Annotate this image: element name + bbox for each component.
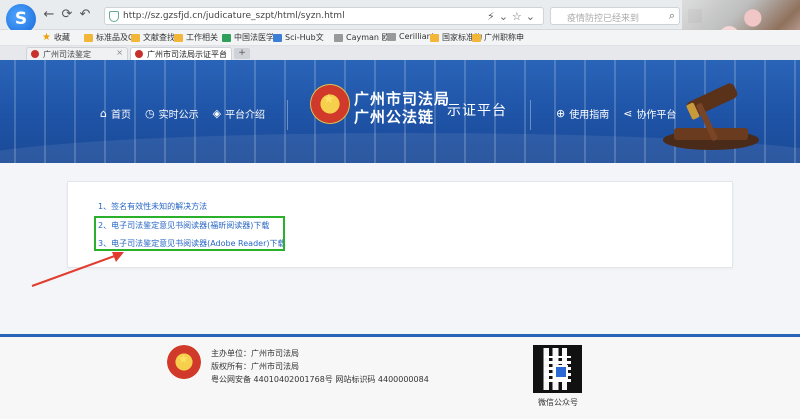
tab-platform[interactable]: 广州市司法局示证平台 × [130,47,232,60]
bookmark-item[interactable]: 文献查找 [131,32,175,43]
site-favicon-icon [31,50,39,58]
close-icon[interactable]: × [116,48,123,57]
qr-label: 微信公众号 [538,398,578,407]
home-icon: ⌂ [100,107,107,120]
brand-line2: 广州公法链 [354,108,435,126]
footer-icp[interactable]: 粤公网安备 44010402001768号 网站标识码 4400000084 [211,374,429,385]
address-bar[interactable]: http://sz.gzsfjd.cn/judicature_szpt/html… [104,7,544,25]
nav-guide[interactable]: ⊕ 使用指南 [556,106,609,121]
gavel-icon [663,83,759,150]
shield-icon [109,11,119,22]
brand-title: 广州市司法局 广州公法链 [354,90,450,126]
footer-emblem-logo [167,345,201,379]
folder-icon [84,33,93,42]
bookmark-item[interactable]: ★ 收藏 [42,32,70,43]
link-signature-fix[interactable]: 1、签名有效性未知的解决方法 [98,201,207,212]
national-emblem-logo [311,85,349,123]
layers-icon: ◈ [212,107,222,120]
bookmark-item[interactable]: Cayman 欧 [334,32,390,43]
red-arrow-annotation [31,252,124,287]
cayman-icon [334,33,343,42]
undo-icon[interactable]: ↶ [78,8,92,22]
search-icon[interactable]: ⌕ [669,9,675,23]
divider [287,100,288,130]
bookmark-item[interactable]: 中国法医学 [222,32,274,43]
tab-strip: 广州司法鉴定 × 广州市司法局示证平台 × + [0,46,800,60]
close-icon[interactable]: × [220,48,227,57]
nav-intro[interactable]: ◈ 平台介绍 [213,106,265,121]
star-icon: ★ [42,31,51,43]
footer-copyright: 版权所有：广州市司法局 [211,362,299,371]
tab-guangzhou-judicial[interactable]: 广州司法鉴定 × [26,47,128,60]
wechat-qr-code [533,345,582,393]
bookmark-item[interactable]: 广州职称申 [472,32,524,43]
back-icon[interactable]: ← [42,8,56,22]
search-placeholder[interactable]: 疫情防控已经来到 [567,11,639,24]
refresh-icon[interactable]: ⟳ [60,8,74,22]
brand-subtitle: 示证平台 [447,103,507,119]
main-nav-left: ⌂ 首页 ◷ 实时公示 ◈ 平台介绍 [100,106,265,121]
bookmarks-bar: ★ 收藏 标准品及GC 文献查找 工作相关 中国法医学 Sci-Hub文 Caym… [0,30,800,46]
search-box[interactable]: 疫情防控已经来到 ⌕ [550,7,680,25]
address-actions[interactable]: ⚡⌄☆⌄ [487,10,539,23]
cnki-icon [222,33,231,42]
new-tab-button[interactable]: + [234,48,250,59]
bookmark-item[interactable]: Cerilliant [387,32,435,41]
clock-icon: ◷ [144,107,155,120]
folder-icon [472,33,481,42]
bookmark-item[interactable]: Sci-Hub文 [273,32,324,43]
site-header: ⌂首页 ◷实时公示 ◈平台介绍 广州市司法局 广州公法链 示证平台 ⊕使用指南 … [0,60,800,163]
footer-host: 主办单位：广州市司法局 [211,349,299,358]
compass-icon: ⊕ [556,107,566,120]
folder-icon [174,33,183,42]
browser-titlebar: S ← ⟳ ↶ http://sz.gzsfjd.cn/judicature_s… [0,0,800,60]
share-icon: ⋖ [623,107,633,120]
cerilliant-icon [387,32,396,41]
bookmark-item[interactable]: 工作相关 [174,32,218,43]
address-url[interactable]: http://sz.gzsfjd.cn/judicature_szpt/html… [123,11,345,21]
nav-home[interactable]: ⌂ 首页 [100,106,131,121]
divider [530,100,531,130]
site-favicon-icon [135,50,143,58]
scihub-icon [273,33,282,42]
folder-icon [131,33,140,42]
brand-line1: 广州市司法局 [354,90,451,108]
folder-icon [430,33,439,42]
nav-realtime[interactable]: ◷ 实时公示 [145,106,199,121]
